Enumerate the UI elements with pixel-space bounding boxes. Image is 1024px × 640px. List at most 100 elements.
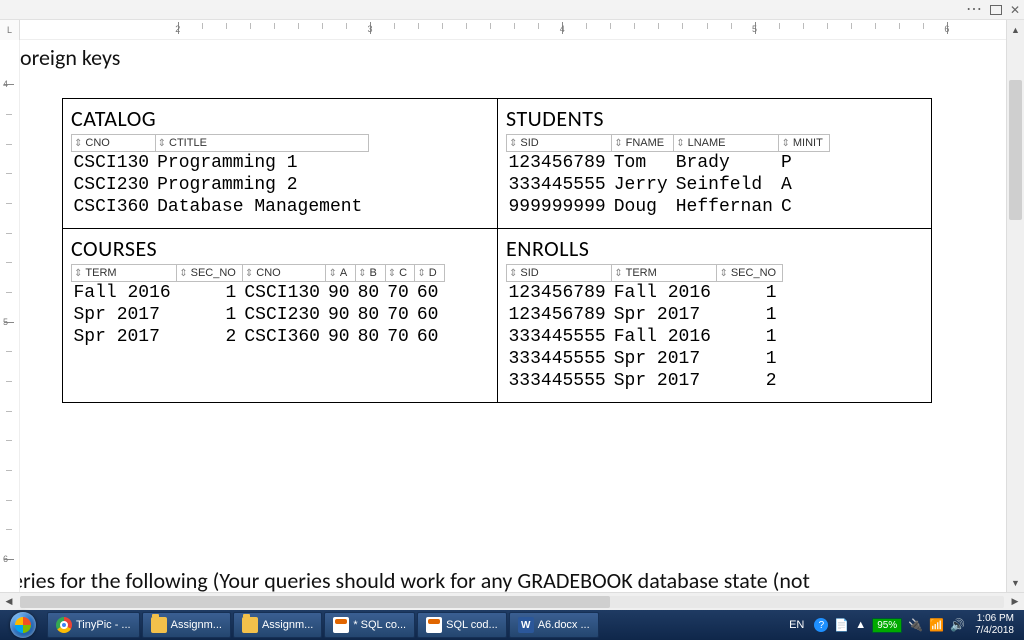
taskbar-item[interactable]: Assignm... [142,612,231,638]
taskbar-item[interactable]: * SQL co... [324,612,415,638]
cell: 80 [356,304,386,326]
clock-date: 7/4/2018 [975,625,1014,637]
folder-icon [151,617,167,633]
volume-icon[interactable]: 🔊 [950,618,965,632]
word-icon: W [518,617,534,633]
col-header[interactable]: ⇕TERM [72,265,177,282]
restore-icon[interactable] [990,5,1002,15]
tray-chevron-icon[interactable]: ▲ [855,619,866,631]
taskbar-item[interactable]: SQL cod... [417,612,507,638]
cell: 90 [326,282,356,305]
hscroll-track[interactable] [20,596,1004,608]
cell: 80 [356,282,386,305]
scroll-up-button[interactable]: ▲ [1006,20,1024,40]
ruler-corner: L [0,20,20,40]
table-row: 333445555Fall 20161 [507,326,783,348]
table-row: Fall 20161CSCI13090807060 [72,282,445,305]
battery-indicator[interactable]: 95% [872,618,902,633]
clock-time: 1:06 PM [975,613,1014,625]
col-header[interactable]: ⇕CNO [72,135,156,152]
col-header[interactable]: ⇕MINIT [779,135,829,152]
cell: Jerry [612,174,674,196]
col-header[interactable]: ⇕B [356,265,386,282]
table-row: 999999999DougHeffernanC [507,196,830,218]
scroll-down-button[interactable]: ▼ [1007,574,1024,592]
taskbar-item-label: SQL cod... [446,619,498,631]
cell: 123456789 [507,152,612,175]
col-header[interactable]: ⇕A [326,265,356,282]
vscroll-thumb[interactable] [1009,80,1022,220]
col-header[interactable]: ⇕TERM [612,265,717,282]
cell: Tom [612,152,674,175]
cell: 333445555 [507,326,612,348]
sql-icon [426,617,442,633]
cell: 90 [326,304,356,326]
more-icon[interactable] [966,3,982,17]
table-title-enrolls: ENROLLS [506,235,923,262]
cell: 999999999 [507,196,612,218]
cell: 1 [717,348,783,370]
scroll-right-button[interactable]: ▶ [1006,596,1024,607]
taskbar-item-label: TinyPic - ... [76,619,131,631]
vertical-scrollbar[interactable]: ▼ [1006,40,1024,592]
cell: 333445555 [507,370,612,392]
col-header[interactable]: ⇕C [385,265,415,282]
table-row: 123456789Spr 20171 [507,304,783,326]
tables-grid: CATALOG ⇕CNO⇕CTITLECSCI130Programming 1C… [62,98,932,403]
taskbar-item-label: Assignm... [262,619,313,631]
text-fragment-top: oreign keys [20,44,120,71]
hscroll-thumb[interactable] [20,596,610,608]
cell: Spr 2017 [612,370,717,392]
table-row: Spr 20171CSCI23090807060 [72,304,445,326]
cell: CSCI230 [72,174,156,196]
col-header[interactable]: ⇕LNAME [674,135,779,152]
cell: 1 [717,326,783,348]
help-icon[interactable]: ? [814,618,828,632]
taskbar-item[interactable]: TinyPic - ... [47,612,140,638]
vertical-ruler: 456 [0,40,20,592]
cell: CSCI130 [242,282,326,305]
col-header[interactable]: ⇕CTITLE [155,135,368,152]
cell: 333445555 [507,174,612,196]
taskbar-item-label: Assignm... [171,619,222,631]
cell: Spr 2017 [72,304,177,326]
cell-catalog: CATALOG ⇕CNO⇕CTITLECSCI130Programming 1C… [63,99,497,228]
cell: 123456789 [507,304,612,326]
cell: 1 [717,304,783,326]
cell: C [779,196,829,218]
cell: 70 [385,326,415,348]
cell: 1 [177,282,243,305]
start-button[interactable] [0,610,46,640]
network-icon[interactable]: 📶 [929,618,944,632]
cell: 60 [415,304,445,326]
cell: CSCI360 [72,196,156,218]
col-header[interactable]: ⇕FNAME [612,135,674,152]
table-enrolls: ⇕SID⇕TERM⇕SEC_NO123456789Fall 2016112345… [506,264,783,392]
document-page: oreign keys CATALOG ⇕CNO⇕CTITLECSCI130Pr… [20,40,1006,592]
col-header[interactable]: ⇕SEC_NO [177,265,243,282]
cell: Programming 1 [155,152,368,175]
table-row: 333445555Spr 20172 [507,370,783,392]
col-header[interactable]: ⇕SEC_NO [717,265,783,282]
close-icon[interactable] [1010,3,1020,17]
cell: Heffernan [674,196,779,218]
col-header[interactable]: ⇕D [415,265,445,282]
taskbar-item[interactable]: WA6.docx ... [509,612,599,638]
language-indicator[interactable]: EN [785,617,808,633]
table-title-catalog: CATALOG [71,105,489,132]
cell: Fall 2016 [612,282,717,305]
windows-orb-icon [10,612,36,638]
table-title-students: STUDENTS [506,105,923,132]
horizontal-scrollbar[interactable]: ◀ ▶ [0,592,1024,610]
taskbar-item[interactable]: Assignm... [233,612,322,638]
text-fragment-bottom: eries for the following (Your queries sh… [20,567,810,592]
cell: 70 [385,282,415,305]
scroll-left-button[interactable]: ◀ [0,596,18,607]
clock[interactable]: 1:06 PM 7/4/2018 [971,611,1018,639]
col-header[interactable]: ⇕SID [507,135,612,152]
tray-page-icon[interactable]: 📄 [834,618,849,632]
col-header[interactable]: ⇕CNO [242,265,326,282]
col-header[interactable]: ⇕SID [507,265,612,282]
power-icon[interactable]: 🔌 [908,618,923,632]
table-courses: ⇕TERM⇕SEC_NO⇕CNO⇕A⇕B⇕C⇕DFall 20161CSCI13… [71,264,445,348]
